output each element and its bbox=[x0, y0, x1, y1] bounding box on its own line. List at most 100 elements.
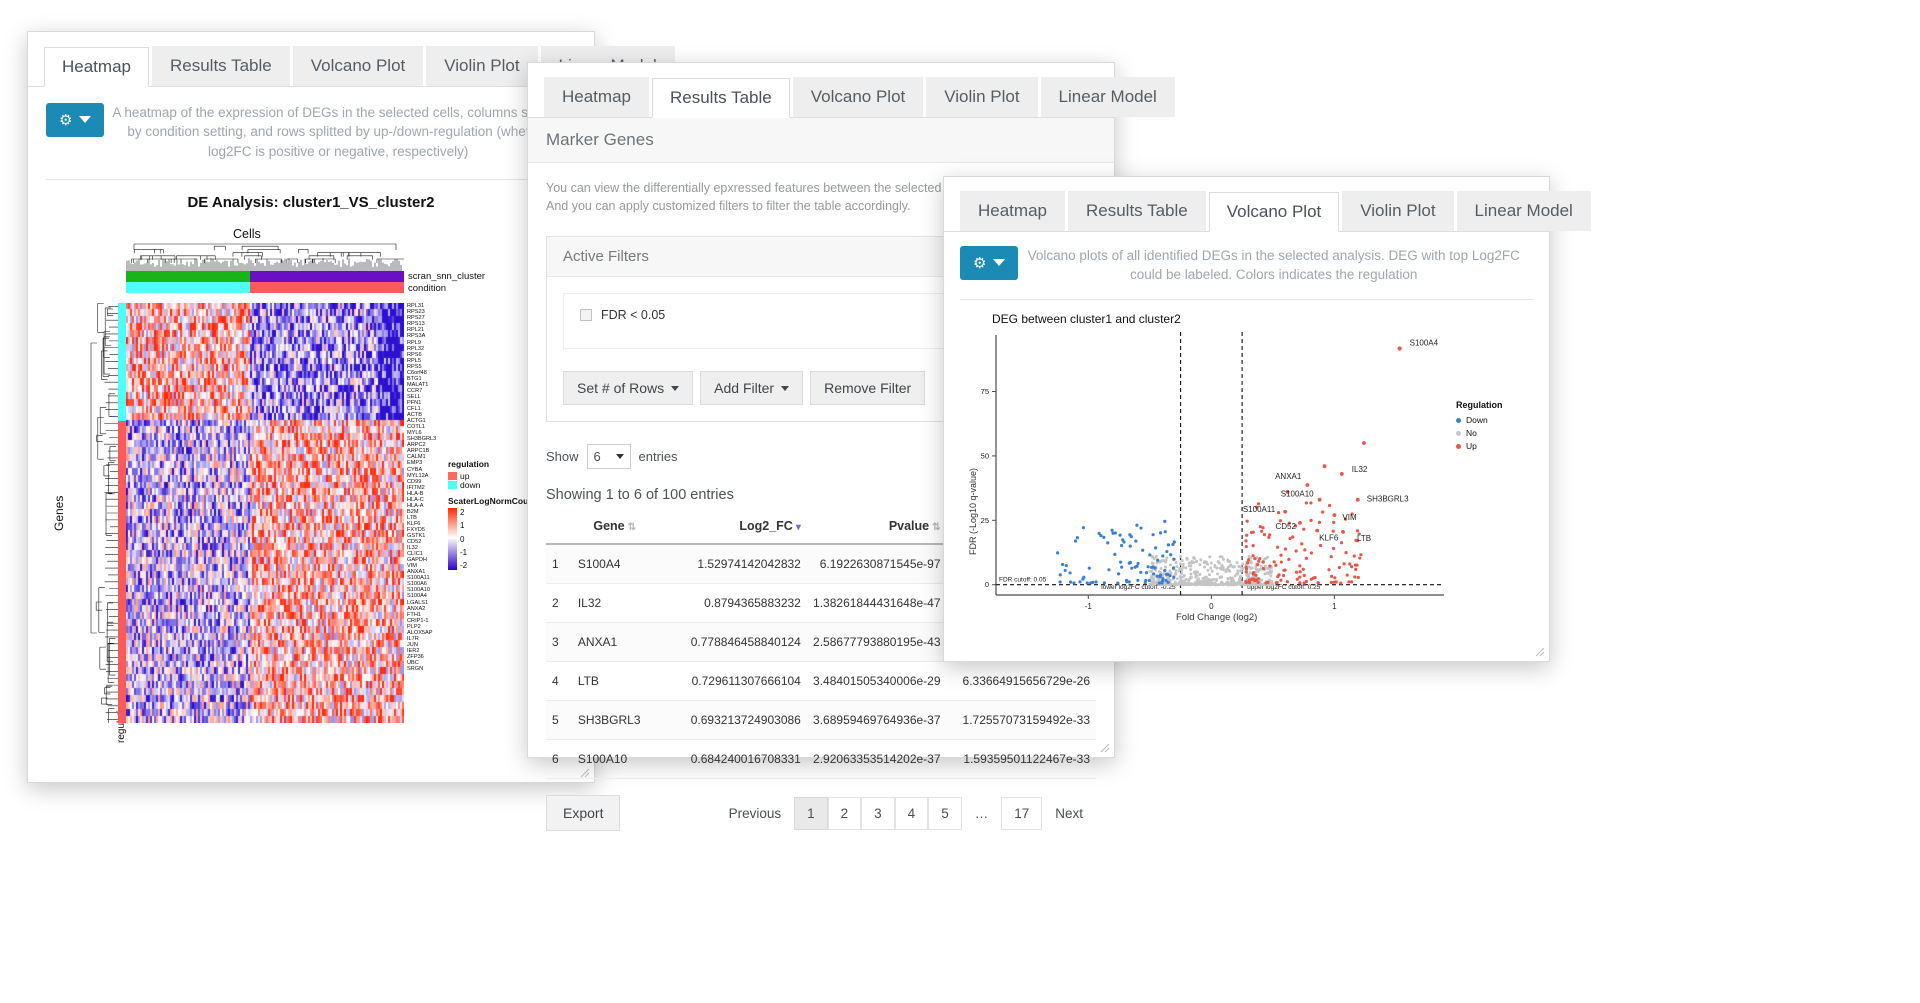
table-row: 5 SH3BGRL3 0.693213724903086 3.689594697649… bbox=[546, 700, 1096, 741]
tab-linear-model-2[interactable]: Linear Model bbox=[1040, 77, 1175, 117]
pagination-page-…[interactable]: … bbox=[962, 797, 1002, 830]
heatmap-settings-button[interactable]: ⚙ bbox=[46, 102, 105, 137]
tab-results-table-2[interactable]: Results Table bbox=[651, 78, 790, 118]
heatmap-figure: Cells Genes regulation scran_snn_cluster… bbox=[28, 211, 594, 751]
scale-tick-m2: -2 bbox=[460, 561, 468, 571]
volcano-tabstrip: Heatmap Results Table Volcano Plot Violi… bbox=[944, 177, 1591, 232]
row-split-down-bar bbox=[118, 303, 126, 422]
col-log2fc[interactable]: Log2_FC ▾ bbox=[657, 511, 807, 546]
pagination-previous[interactable]: Previous bbox=[716, 797, 795, 830]
cell-gene: ANXA1 bbox=[571, 622, 658, 663]
cell-index: 5 bbox=[546, 700, 572, 741]
cluster-annotation-left bbox=[126, 271, 250, 283]
page-size-select[interactable]: 6 bbox=[586, 444, 631, 470]
svg-text:SH3BGRL3: SH3BGRL3 bbox=[1367, 494, 1409, 503]
chevron-down-icon bbox=[615, 454, 624, 460]
tab-violin-plot-3[interactable]: Violin Plot bbox=[1342, 191, 1454, 231]
heatmap-description: A heatmap of the expression of DEGs in t… bbox=[112, 104, 565, 159]
gear-icon: ⚙ bbox=[973, 254, 987, 272]
tab-heatmap-2[interactable]: Heatmap bbox=[544, 77, 649, 117]
row-split-up-bar bbox=[118, 421, 126, 724]
results-tabstrip: Heatmap Results Table Volcano Plot Violi… bbox=[528, 63, 1175, 118]
cell-pvalue: 6.1922630871545e-97 bbox=[806, 544, 947, 585]
sort-icon-log2fc: ▾ bbox=[795, 522, 801, 534]
svg-text:0: 0 bbox=[1209, 602, 1214, 611]
resize-handle-2[interactable] bbox=[1100, 743, 1110, 753]
heatmap-y-axis-label: Genes bbox=[52, 495, 66, 532]
pagination-page-5[interactable]: 5 bbox=[928, 796, 962, 830]
tab-heatmap[interactable]: Heatmap bbox=[44, 47, 149, 87]
pagination-page-2[interactable]: 2 bbox=[827, 796, 862, 830]
table-row: 6 S100A10 0.684240016708331 2.9206335351420… bbox=[546, 739, 1096, 780]
legend-title-regulation: regulation bbox=[448, 459, 490, 470]
svg-text:25: 25 bbox=[981, 515, 989, 524]
column-dendrogram bbox=[126, 243, 404, 272]
svg-text:ANXA1: ANXA1 bbox=[1275, 472, 1302, 481]
gear-icon: ⚙ bbox=[59, 111, 73, 129]
volcano-description: Volcano plots of all identified DEGs in … bbox=[1027, 247, 1520, 283]
svg-text:75: 75 bbox=[981, 387, 989, 396]
cell-log2fc: 0.729611307666104 bbox=[657, 661, 807, 702]
pagination-next[interactable]: Next bbox=[1042, 797, 1096, 830]
filter-checkbox-fdr[interactable] bbox=[580, 309, 592, 322]
volcano-settings-button[interactable]: ⚙ bbox=[960, 245, 1019, 280]
show-label: Show bbox=[546, 449, 579, 465]
cell-index: 2 bbox=[546, 583, 572, 624]
heatmap-plot-title: DE Analysis: cluster1_VS_cluster2 bbox=[187, 194, 435, 212]
legend-swatch-down bbox=[448, 480, 457, 489]
svg-text:CD52: CD52 bbox=[1275, 522, 1296, 531]
pagination-page-4[interactable]: 4 bbox=[894, 796, 929, 830]
legend-label: No bbox=[1466, 428, 1477, 439]
add-filter-label: Add Filter bbox=[714, 380, 775, 397]
cell-fdr: 1.72557073159492e-33 bbox=[946, 700, 1096, 741]
condition-annotation-right bbox=[250, 282, 404, 294]
volcano-legend-item: No bbox=[1456, 427, 1503, 440]
tab-volcano-plot-2[interactable]: Volcano Plot bbox=[792, 77, 924, 117]
cell-index: 4 bbox=[546, 661, 572, 702]
entries-label: entries bbox=[638, 449, 678, 465]
cell-fdr: 1.59359501122467e-33 bbox=[946, 739, 1096, 780]
col-gene[interactable]: Gene ⇅ bbox=[571, 511, 658, 546]
add-filter-button[interactable]: Add Filter bbox=[700, 371, 804, 406]
cell-fdr: 6.33664915656729e-26 bbox=[946, 661, 1096, 702]
cell-pvalue: 1.38261844431648e-47 bbox=[806, 583, 947, 624]
svg-text:S100A4: S100A4 bbox=[1410, 338, 1439, 347]
pagination-page-3[interactable]: 3 bbox=[861, 796, 895, 830]
tab-results-table-3[interactable]: Results Table bbox=[1067, 191, 1206, 231]
cell-gene: SH3BGRL3 bbox=[571, 700, 658, 741]
cell-pvalue: 3.68959469764936e-37 bbox=[806, 700, 947, 741]
gene-label: ALOX5AP bbox=[407, 629, 433, 636]
svg-text:50: 50 bbox=[981, 451, 989, 460]
scale-tick-1: 1 bbox=[460, 521, 465, 531]
svg-text:VIM: VIM bbox=[1342, 513, 1357, 522]
page-size-value: 6 bbox=[593, 449, 601, 465]
remove-filter-button[interactable]: Remove Filter bbox=[810, 371, 926, 406]
col-pvalue[interactable]: Pvalue ⇅ bbox=[806, 511, 947, 546]
scale-tick-0: 0 bbox=[460, 534, 465, 544]
tab-heatmap-3[interactable]: Heatmap bbox=[960, 191, 1065, 231]
tab-results-table[interactable]: Results Table bbox=[151, 46, 290, 86]
chevron-down-icon bbox=[781, 385, 790, 391]
cell-log2fc: 1.52974142042832 bbox=[657, 544, 807, 585]
volcano-figure: DEG between cluster1 and cluster2 FDR (-… bbox=[944, 300, 1549, 660]
cell-pvalue: 2.92063353514202e-37 bbox=[806, 739, 947, 780]
legend-swatch-up bbox=[448, 471, 457, 480]
set-rows-button[interactable]: Set # of Rows bbox=[563, 371, 694, 406]
heatmap-tabstrip: Heatmap Results Table Volcano Plot Violi… bbox=[28, 32, 675, 87]
tab-violin-plot-2[interactable]: Violin Plot bbox=[926, 77, 1038, 117]
gene-label: SRGN bbox=[407, 666, 424, 673]
tab-violin-plot[interactable]: Violin Plot bbox=[426, 46, 538, 86]
table-footer: Export Previous 1 2 3 4 5… 17 Next bbox=[546, 795, 1096, 832]
remove-filter-label: Remove Filter bbox=[824, 380, 912, 397]
heatmap-panel: Heatmap Results Table Volcano Plot Violi… bbox=[27, 31, 675, 783]
filter-label-fdr: FDR < 0.05 bbox=[601, 308, 666, 323]
export-button[interactable]: Export bbox=[546, 795, 621, 832]
tab-volcano-plot[interactable]: Volcano Plot bbox=[292, 46, 424, 86]
pagination-page-1[interactable]: 1 bbox=[794, 796, 828, 830]
pagination-page-17[interactable]: 17 bbox=[1001, 796, 1043, 830]
resize-handle-3[interactable] bbox=[1535, 647, 1545, 657]
chevron-down-icon bbox=[993, 259, 1006, 267]
gene-label-list: RPL31 RPS23 RPS27 RPS13 RPL21 RPS3A RPL9 RPL32 R… bbox=[407, 303, 436, 672]
tab-linear-model-3[interactable]: Linear Model bbox=[1456, 191, 1591, 231]
tab-volcano-plot-3[interactable]: Volcano Plot bbox=[1208, 192, 1340, 232]
